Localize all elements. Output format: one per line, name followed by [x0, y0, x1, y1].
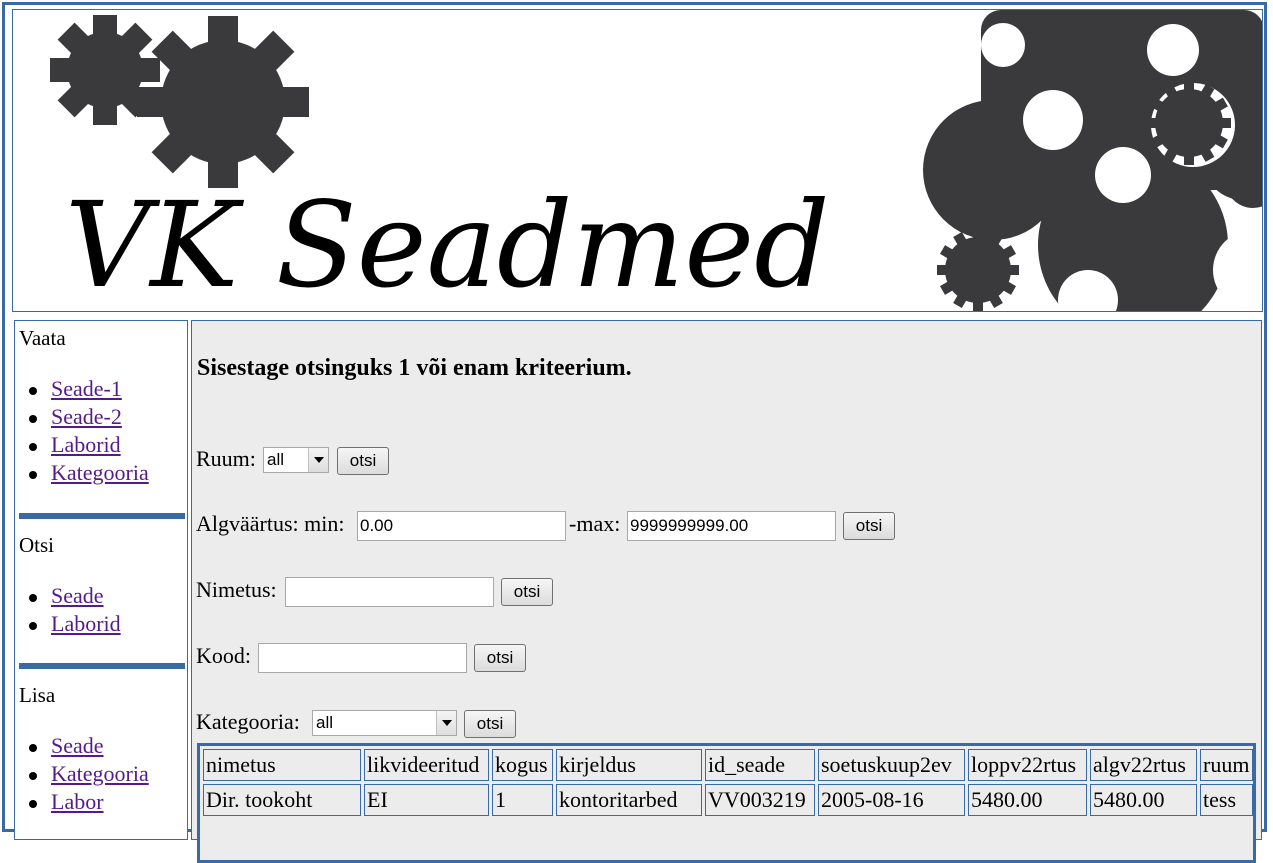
link-laborid[interactable]: Laborid — [51, 432, 121, 457]
max-label: -max: — [569, 511, 621, 536]
main-content: Sisestage otsinguks 1 või enam kriteeriu… — [191, 320, 1262, 863]
algvaartus-label: Algväärtus: min: — [196, 511, 345, 536]
sidebar: Vaata Seade-1 Seade-2 Laborid Kategooria… — [14, 320, 188, 840]
kood-input[interactable] — [258, 643, 467, 673]
sidebar-item: Seade-1 — [29, 375, 149, 403]
sidebar-item: Seade-2 — [29, 403, 149, 431]
link-lisa-labor[interactable]: Labor — [51, 789, 104, 814]
column-header: soetuskuup2ev — [818, 749, 965, 781]
link-seade-2[interactable]: Seade-2 — [51, 404, 122, 429]
table-cell: Dir. tookoht — [203, 784, 361, 816]
column-header: loppv22rtus — [968, 749, 1087, 781]
sidebar-title-lisa: Lisa — [19, 683, 56, 707]
table-cell: 5480.00 — [1090, 784, 1197, 816]
sidebar-item: Seade — [29, 582, 121, 610]
link-lisa-kategooria[interactable]: Kategooria — [51, 761, 149, 786]
column-header: nimetus — [203, 749, 361, 781]
algvaartus-search-button[interactable]: otsi — [843, 512, 895, 540]
link-kategooria[interactable]: Kategooria — [51, 460, 149, 485]
table-cell: 1 — [492, 784, 553, 816]
column-header: kogus — [492, 749, 553, 781]
table-cell: 5480.00 — [968, 784, 1087, 816]
kategooria-select-value: all — [316, 713, 334, 732]
sidebar-item: Seade — [29, 732, 149, 760]
link-seade-1[interactable]: Seade-1 — [51, 376, 122, 401]
table-cell: EI — [364, 784, 489, 816]
column-header: ruum — [1200, 749, 1253, 781]
ruum-search-button[interactable]: otsi — [337, 447, 389, 475]
sidebar-item: Laborid — [29, 431, 149, 459]
nimetus-label: Nimetus: — [196, 577, 277, 602]
kood-search-button[interactable]: otsi — [474, 644, 526, 672]
column-header: algv22rtus — [1090, 749, 1197, 781]
kategooria-label: Kategooria: — [196, 709, 300, 734]
table-cell: VV003219 — [705, 784, 815, 816]
min-value-input[interactable]: 0.00 — [357, 511, 566, 541]
sidebar-list-otsi: Seade Laborid — [29, 582, 121, 638]
sidebar-list-lisa: Seade Kategooria Labor — [29, 732, 149, 816]
nimetus-input[interactable] — [285, 577, 494, 607]
header-banner: VK Seadmed — [12, 9, 1263, 312]
chevron-down-icon — [436, 711, 456, 735]
ruum-label: Ruum: — [196, 446, 256, 471]
link-lisa-seade[interactable]: Seade — [51, 733, 104, 758]
sidebar-divider — [19, 513, 185, 519]
table-cell: kontoritarbed — [556, 784, 702, 816]
kategooria-search-button[interactable]: otsi — [464, 710, 516, 738]
table-cell: 2005-08-16 — [818, 784, 965, 816]
sidebar-divider — [19, 663, 185, 669]
sidebar-item: Kategooria — [29, 760, 149, 788]
page-title: Sisestage otsinguks 1 või enam kriteeriu… — [197, 355, 632, 381]
kategooria-select[interactable]: all — [312, 710, 457, 736]
sidebar-list-vaata: Seade-1 Seade-2 Laborid Kategooria — [29, 375, 149, 487]
kood-label: Kood: — [196, 643, 251, 668]
sidebar-title-vaata: Vaata — [19, 326, 66, 350]
ruum-select[interactable]: all — [263, 447, 329, 473]
max-value-input[interactable]: 9999999999.00 — [627, 511, 836, 541]
column-header: id_seade — [705, 749, 815, 781]
sidebar-item: Laborid — [29, 610, 121, 638]
ruum-select-value: all — [267, 450, 285, 469]
chevron-down-icon — [308, 448, 328, 472]
nimetus-search-button[interactable]: otsi — [501, 578, 553, 606]
link-otsi-laborid[interactable]: Laborid — [51, 611, 121, 636]
column-header: likvideeritud — [364, 749, 489, 781]
table-cell: tess — [1200, 784, 1253, 816]
sidebar-item: Labor — [29, 788, 149, 816]
sidebar-title-otsi: Otsi — [19, 533, 55, 557]
column-header: kirjeldus — [556, 749, 702, 781]
results-table: nimetus likvideeritud kogus kirjeldus id… — [197, 743, 1256, 863]
sidebar-item: Kategooria — [29, 459, 149, 487]
logo-text: VK Seadmed — [65, 176, 830, 312]
link-otsi-seade[interactable]: Seade — [51, 583, 104, 608]
gears-illustration: VK Seadmed — [50, 10, 1262, 312]
